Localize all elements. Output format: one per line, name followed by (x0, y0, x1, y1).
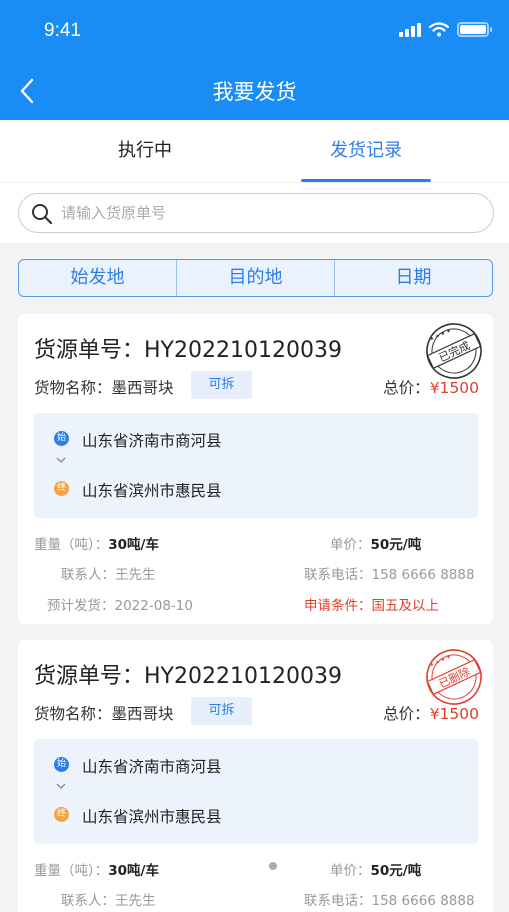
tab-bar: 执行中 发货记录 (0, 120, 509, 183)
condition-label: 申请条件： (304, 598, 372, 614)
contact-row: 联系人：王先生 (61, 563, 156, 583)
destination-marker: 终 (54, 807, 69, 822)
weight-row: 重量（吨）：30吨/车 (34, 533, 159, 553)
status-icons (399, 22, 492, 37)
route-box: 始 终 山东省济南市商河县 山东省滨州市惠民县 (34, 413, 478, 518)
contact-row: 联系人：王先生 (61, 889, 156, 909)
svg-text:已删除: 已删除 (436, 664, 472, 691)
scroll-indicator-dot (269, 862, 277, 870)
page-title: 我要发货 (212, 80, 297, 104)
origin-address: 山东省济南市商河县 (82, 758, 222, 776)
battery-icon (457, 22, 492, 37)
route-box: 始 终 山东省济南市商河县 山东省滨州市惠民县 (34, 739, 478, 844)
status-time: 9:41 (44, 20, 81, 41)
condition-row: 申请条件：国五及以上 (304, 594, 439, 614)
unit-price-value: 50元/吨 (370, 537, 422, 553)
shipment-number: 货源单号：HY202210120039 (34, 332, 342, 364)
unit-price-label: 单价： (330, 537, 371, 553)
signal-icon (399, 22, 421, 37)
goods-name: 货物名称：墨西哥块 (34, 702, 174, 724)
shipment-card[interactable]: 货源单号：HY202210120039 ★ ★ ★ ★ 已完成 货物名称：墨西哥… (18, 314, 493, 624)
total-label: 总价： (383, 705, 430, 723)
unit-price-value: 50元/吨 (370, 863, 422, 879)
goods-label: 货物名称： (34, 379, 112, 397)
contact-value: 王先生 (115, 567, 156, 583)
total-amount: ¥1500 (429, 379, 479, 397)
search-input[interactable] (61, 200, 481, 226)
contact-value: 王先生 (115, 893, 156, 909)
filter-destination[interactable]: 目的地 (176, 260, 334, 296)
active-tab-indicator (301, 179, 431, 182)
search-section (0, 183, 509, 243)
ship-date-label: 预计发货： (47, 598, 115, 614)
filter-date[interactable]: 日期 (334, 260, 492, 296)
goods-name: 货物名称：墨西哥块 (34, 376, 174, 398)
weight-row: 重量（吨）：30吨/车 (34, 859, 159, 879)
svg-text:已完成: 已完成 (436, 338, 472, 365)
unit-price-row: 单价：50元/吨 (330, 533, 421, 553)
origin-marker: 始 (54, 757, 69, 772)
filter-bar: 始发地 目的地 日期 (18, 259, 493, 297)
unit-price-row: 单价：50元/吨 (330, 859, 421, 879)
shipment-number-value: HY202210120039 (144, 664, 342, 689)
ship-date-row: 预计发货：2022-08-10 (47, 594, 193, 614)
shipment-card[interactable]: 货源单号：HY202210120039 ★ ★ ★ ★ 已删除 货物名称：墨西哥… (18, 640, 493, 912)
weight-value: 30吨/车 (108, 537, 159, 553)
weight-value: 30吨/车 (108, 863, 159, 879)
chevron-down-icon (56, 457, 66, 463)
weight-label: 重量（吨）： (34, 537, 109, 553)
filter-origin[interactable]: 始发地 (19, 260, 176, 296)
origin-address: 山东省济南市商河县 (82, 432, 222, 450)
unit-price-label: 单价： (330, 863, 371, 879)
tab-executing[interactable]: 执行中 (80, 120, 210, 183)
completed-stamp-icon: ★ ★ ★ ★ 已完成 (426, 323, 482, 379)
total-price: 总价：¥1500 (383, 702, 479, 724)
detachable-tag: 可拆 (191, 697, 252, 725)
detachable-tag: 可拆 (191, 371, 252, 399)
search-box[interactable] (18, 193, 494, 233)
total-label: 总价： (383, 379, 430, 397)
shipment-number-label: 货源单号： (34, 664, 145, 689)
weight-label: 重量（吨）： (34, 863, 109, 879)
total-price: 总价：¥1500 (383, 376, 479, 398)
ship-date-value: 2022-08-10 (114, 598, 193, 614)
shipment-number-label: 货源单号： (34, 338, 145, 363)
destination-address: 山东省滨州市惠民县 (82, 482, 222, 500)
destination-marker: 终 (54, 481, 69, 496)
deleted-stamp-icon: ★ ★ ★ ★ 已删除 (426, 649, 482, 705)
phone-value[interactable]: 158 6666 8888 (372, 567, 475, 583)
total-amount: ¥1500 (429, 705, 479, 723)
goods-label: 货物名称： (34, 705, 112, 723)
destination-address: 山东省滨州市惠民县 (82, 808, 222, 826)
app-header: 9:41 我要发货 (0, 0, 509, 120)
tab-shipping-records[interactable]: 发货记录 (301, 120, 431, 183)
wifi-icon (429, 22, 449, 37)
svg-text:★ ★ ★ ★: ★ ★ ★ ★ (429, 328, 453, 343)
goods-value: 墨西哥块 (111, 705, 174, 723)
phone-row: 联系电话：158 6666 8888 (304, 889, 475, 909)
search-icon (32, 204, 53, 225)
contact-label: 联系人： (61, 567, 115, 583)
origin-marker: 始 (54, 431, 69, 446)
shipment-number-value: HY202210120039 (144, 338, 342, 363)
phone-row: 联系电话：158 6666 8888 (304, 563, 475, 583)
phone-label: 联系电话： (304, 893, 372, 909)
shipment-number: 货源单号：HY202210120039 (34, 658, 342, 690)
contact-label: 联系人： (61, 893, 115, 909)
chevron-down-icon (56, 783, 66, 789)
svg-text:★ ★ ★ ★: ★ ★ ★ ★ (429, 654, 453, 669)
goods-value: 墨西哥块 (111, 379, 174, 397)
phone-label: 联系电话： (304, 567, 372, 583)
phone-value[interactable]: 158 6666 8888 (372, 893, 475, 909)
condition-value: 国五及以上 (371, 598, 440, 614)
